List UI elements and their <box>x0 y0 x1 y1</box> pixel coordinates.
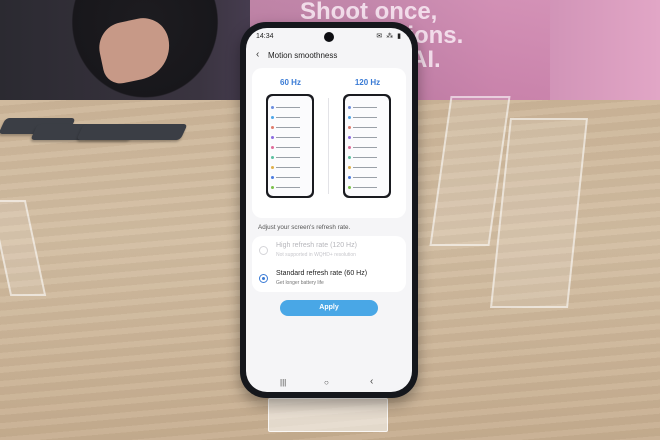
refresh-rate-hint: Adjust your screen's refresh rate. <box>258 224 351 231</box>
status-bar: 14:34 ✉ ⁂ ▮ <box>246 28 412 44</box>
preview-120hz: 120 Hz <box>329 68 406 218</box>
display-phone <box>76 124 188 140</box>
mini-settings-list <box>268 96 312 196</box>
preview-120hz-label: 120 Hz <box>354 78 381 87</box>
mini-settings-list <box>345 96 389 196</box>
refresh-rate-options: High refresh rate (120 Hz) Not supported… <box>252 236 406 292</box>
navigation-bar: ||| ○ ‹ <box>246 376 412 392</box>
preview-60hz-label: 60 Hz <box>280 78 301 87</box>
page-title: Motion smoothness <box>268 51 338 60</box>
preview-60hz: 60 Hz <box>252 68 329 218</box>
recents-icon[interactable]: ||| <box>280 378 286 387</box>
back-nav-icon[interactable]: ‹ <box>370 376 373 387</box>
option-standard-refresh-title: Standard refresh rate (60 Hz) <box>276 270 368 277</box>
status-icons: ✉ ⁂ ▮ <box>376 33 402 40</box>
radio-standard-refresh[interactable] <box>259 274 268 283</box>
phone-device: 14:34 ✉ ⁂ ▮ ‹ Motion smoothness 60 Hz 12… <box>240 22 418 398</box>
home-icon[interactable]: ○ <box>324 378 329 387</box>
app-bar: ‹ Motion smoothness <box>246 46 412 66</box>
phone-screen: 14:34 ✉ ⁂ ▮ ‹ Motion smoothness 60 Hz 12… <box>246 28 412 392</box>
phone-stand-base <box>268 398 388 432</box>
banner-line-1: Shoot once, <box>300 0 438 25</box>
back-arrow-icon[interactable]: ‹ <box>256 49 259 60</box>
mini-phone-120hz <box>343 94 391 198</box>
refresh-rate-preview: 60 Hz 120 Hz <box>252 68 406 218</box>
option-standard-refresh[interactable]: Standard refresh rate (60 Hz) Get longer… <box>252 264 406 292</box>
apply-button[interactable]: Apply <box>280 300 378 316</box>
radio-high-refresh[interactable] <box>259 246 268 255</box>
mini-phone-60hz <box>266 94 314 198</box>
status-time: 14:34 <box>256 33 274 40</box>
option-high-refresh[interactable]: High refresh rate (120 Hz) Not supported… <box>252 236 406 264</box>
option-standard-refresh-subtitle: Get longer battery life <box>276 280 324 286</box>
option-high-refresh-subtitle: Not supported in WQHD+ resolution <box>276 252 356 258</box>
option-high-refresh-title: High refresh rate (120 Hz) <box>276 242 357 249</box>
